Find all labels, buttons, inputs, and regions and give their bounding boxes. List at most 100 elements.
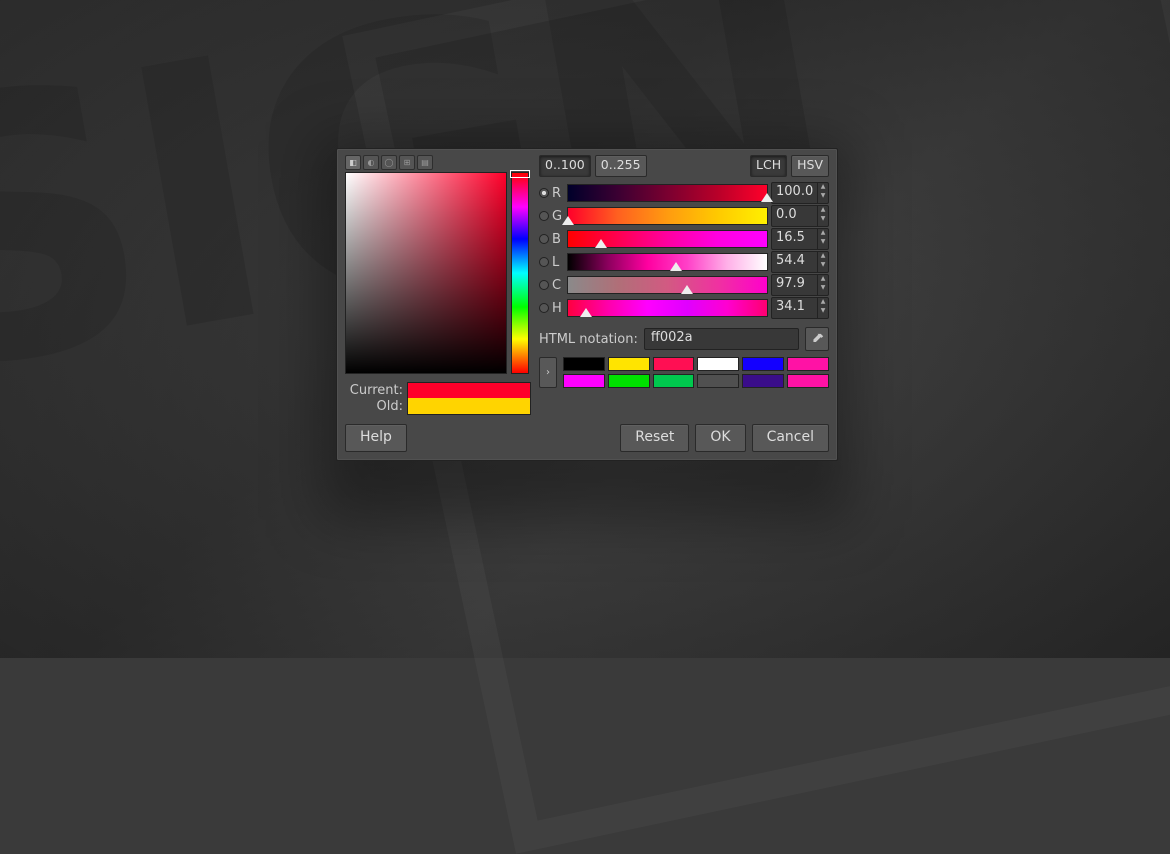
picker-left-column: ◧ ◐ ◯ ⊞ ▤ Current: Old:	[345, 155, 531, 414]
hue-slider[interactable]	[511, 172, 529, 374]
saturation-value-field[interactable]	[345, 172, 507, 374]
history-swatch-3[interactable]	[697, 357, 739, 371]
eyedropper-button[interactable]	[805, 327, 829, 351]
spin-up-icon[interactable]: ▲	[818, 229, 828, 238]
model-group: LCH HSV	[750, 155, 829, 177]
cancel-button[interactable]: Cancel	[752, 424, 829, 452]
spin-down-icon[interactable]: ▼	[818, 192, 828, 201]
history-swatch-9[interactable]	[697, 374, 739, 388]
spin-down-icon[interactable]: ▼	[818, 284, 828, 293]
channel-l-spinner[interactable]: 54.4▲▼	[771, 251, 829, 273]
spin-down-icon[interactable]: ▼	[818, 307, 828, 316]
channel-row-r: R 100.0▲▼	[539, 183, 829, 203]
ok-button[interactable]: OK	[695, 424, 745, 452]
channel-b-radio[interactable]	[539, 234, 549, 244]
history-swatch-7[interactable]	[608, 374, 650, 388]
picker-tab-scales-icon[interactable]: ▤	[417, 155, 433, 170]
history-swatch-5[interactable]	[787, 357, 829, 371]
html-notation-label: HTML notation:	[539, 332, 638, 347]
spinner-arrows: ▲▼	[817, 275, 828, 295]
scale-group: 0..100 0..255	[539, 155, 647, 177]
dialog-body: ◧ ◐ ◯ ⊞ ▤ Current: Old:	[337, 149, 837, 414]
channel-h-value: 34.1	[772, 298, 817, 318]
eyedropper-icon	[811, 333, 824, 346]
channel-c-radio[interactable]	[539, 280, 549, 290]
old-color-label: Old:	[345, 399, 403, 414]
old-color-swatch[interactable]	[407, 398, 531, 415]
channel-g-spinner[interactable]: 0.0▲▼	[771, 205, 829, 227]
channel-l-radio[interactable]	[539, 257, 549, 267]
spin-up-icon[interactable]: ▲	[818, 298, 828, 307]
channel-l-slider[interactable]	[567, 253, 768, 271]
channel-b-marker[interactable]	[595, 239, 607, 248]
spinner-arrows: ▲▼	[817, 298, 828, 318]
channel-c-spinner[interactable]: 97.9▲▼	[771, 274, 829, 296]
chevron-right-icon: ›	[546, 367, 550, 378]
channel-b-spinner[interactable]: 16.5▲▼	[771, 228, 829, 250]
current-color-swatch[interactable]	[407, 382, 531, 399]
spinner-arrows: ▲▼	[817, 252, 828, 272]
channel-c-label: C	[552, 278, 564, 293]
history-swatch-2[interactable]	[653, 357, 695, 371]
channel-r-spinner[interactable]: 100.0▲▼	[771, 182, 829, 204]
reset-button[interactable]: Reset	[620, 424, 689, 452]
spinner-arrows: ▲▼	[817, 229, 828, 249]
model-lch-button[interactable]: LCH	[750, 155, 787, 177]
history-swatch-1[interactable]	[608, 357, 650, 371]
channel-g-radio[interactable]	[539, 211, 549, 221]
channel-h-radio[interactable]	[539, 303, 549, 313]
spin-down-icon[interactable]: ▼	[818, 238, 828, 247]
channel-h-label: H	[552, 301, 564, 316]
history-swatch-8[interactable]	[653, 374, 695, 388]
current-old-swatches: Current: Old:	[345, 382, 531, 414]
spin-up-icon[interactable]: ▲	[818, 206, 828, 215]
channel-r-marker[interactable]	[761, 193, 773, 202]
picker-tab-gimp-icon[interactable]: ◧	[345, 155, 361, 170]
channel-h-spinner[interactable]: 34.1▲▼	[771, 297, 829, 319]
channel-l-label: L	[552, 255, 564, 270]
scale-0-255-button[interactable]: 0..255	[595, 155, 647, 177]
spinner-arrows: ▲▼	[817, 206, 828, 226]
channel-l-value: 54.4	[772, 252, 817, 272]
picker-right-column: 0..100 0..255 LCH HSV R100.0▲▼G0.0▲▼B16.…	[539, 155, 829, 414]
spinner-arrows: ▲▼	[817, 183, 828, 203]
html-notation-input[interactable]: ff002a	[644, 328, 799, 350]
picker-tab-palette-icon[interactable]: ⊞	[399, 155, 415, 170]
channel-l-marker[interactable]	[670, 262, 682, 271]
hue-slider-marker[interactable]	[510, 170, 530, 178]
picker-tab-watercolor-icon[interactable]: ◐	[363, 155, 379, 170]
channel-r-label: R	[552, 186, 564, 201]
scale-0-100-button[interactable]: 0..100	[539, 155, 591, 177]
channel-row-c: C 97.9▲▼	[539, 275, 829, 295]
channel-r-radio[interactable]	[539, 188, 549, 198]
spin-up-icon[interactable]: ▲	[818, 183, 828, 192]
model-hsv-button[interactable]: HSV	[791, 155, 829, 177]
history-swatch-4[interactable]	[742, 357, 784, 371]
channel-b-slider[interactable]	[567, 230, 768, 248]
channel-c-slider[interactable]	[567, 276, 768, 294]
help-button[interactable]: Help	[345, 424, 407, 452]
current-color-label: Current:	[345, 383, 403, 398]
history-swatch-11[interactable]	[787, 374, 829, 388]
channel-h-marker[interactable]	[580, 308, 592, 317]
color-picker-dialog: ◧ ◐ ◯ ⊞ ▤ Current: Old:	[336, 148, 838, 461]
channel-g-marker[interactable]	[562, 216, 574, 225]
channel-b-label: B	[552, 232, 564, 247]
channel-r-slider[interactable]	[567, 184, 768, 202]
channel-c-marker[interactable]	[681, 285, 693, 294]
footer-right: Reset OK Cancel	[620, 424, 829, 452]
expand-history-button[interactable]: ›	[539, 357, 557, 388]
spin-up-icon[interactable]: ▲	[818, 275, 828, 284]
history-swatch-6[interactable]	[563, 374, 605, 388]
picker-tab-wheel-icon[interactable]: ◯	[381, 155, 397, 170]
color-history-swatches	[563, 357, 829, 388]
history-swatch-10[interactable]	[742, 374, 784, 388]
history-swatch-0[interactable]	[563, 357, 605, 371]
spin-down-icon[interactable]: ▼	[818, 261, 828, 270]
channel-h-slider[interactable]	[567, 299, 768, 317]
channel-sliders: R100.0▲▼G0.0▲▼B16.5▲▼L54.4▲▼C97.9▲▼H34.1…	[539, 183, 829, 321]
channel-g-slider[interactable]	[567, 207, 768, 225]
picker-area-row	[345, 172, 531, 374]
spin-up-icon[interactable]: ▲	[818, 252, 828, 261]
spin-down-icon[interactable]: ▼	[818, 215, 828, 224]
